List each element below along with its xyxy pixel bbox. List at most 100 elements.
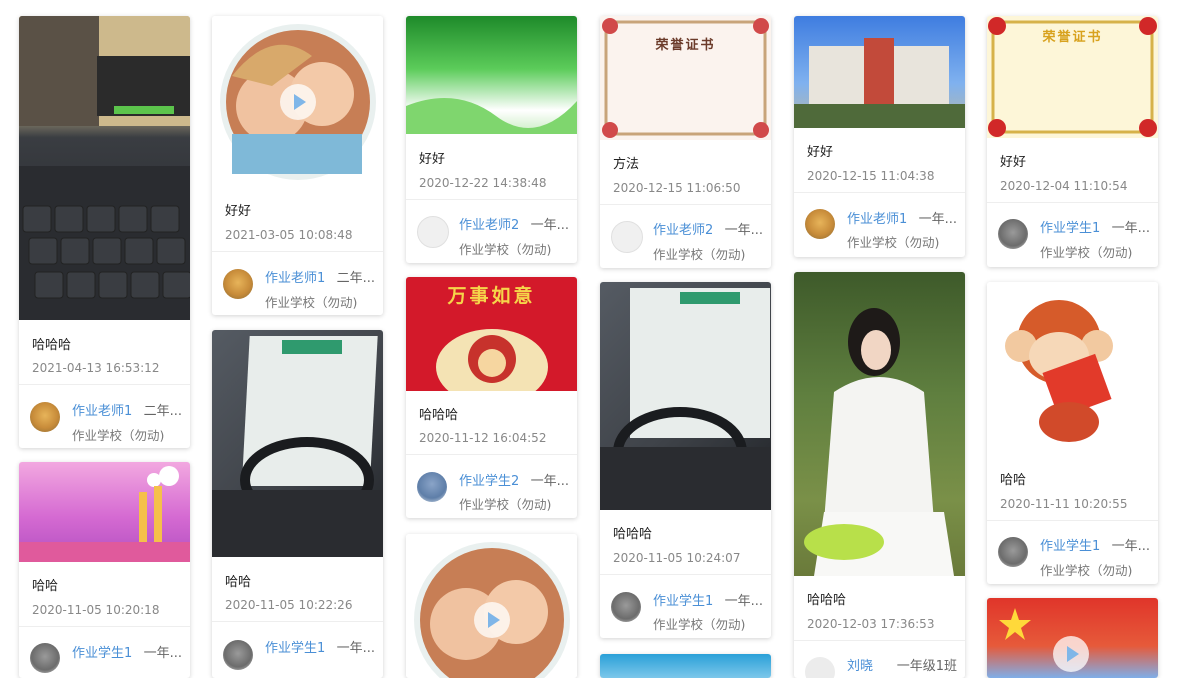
author-grade: 一年... — [530, 218, 569, 233]
post-card[interactable]: 好好 2021-03-05 10:08:48 作业老师1 二年... 作业学校（… — [212, 16, 383, 315]
post-title: 好好 — [225, 204, 252, 219]
post-title: 哈哈哈 — [32, 338, 72, 353]
divider — [212, 621, 383, 622]
author-school: 作业学校（勿动) — [459, 242, 552, 257]
divider — [406, 199, 577, 200]
post-image[interactable] — [600, 654, 771, 678]
author-school: 作业学校（勿动) — [72, 428, 165, 443]
author-school: 作业学校（勿动) — [653, 247, 746, 262]
author-avatar[interactable] — [998, 219, 1028, 249]
post-title: 哈哈哈 — [613, 527, 653, 542]
divider — [987, 202, 1158, 203]
post-time: 2020-12-04 11:10:54 — [1000, 179, 1128, 193]
author-avatar[interactable] — [417, 472, 447, 502]
laptop-photo — [600, 288, 771, 510]
author-name-link[interactable]: 作业学生1 — [265, 637, 325, 656]
post-time: 2020-12-22 14:38:48 — [419, 176, 547, 190]
author-school: 作业学校（勿动) — [1040, 563, 1133, 578]
author-school: 作业学校（勿动) — [847, 235, 940, 250]
post-time: 2020-12-15 11:06:50 — [613, 181, 741, 195]
post-card[interactable]: 荣誉证书 好好 2020-12-04 11:10:54 作业学生1 一年... … — [987, 16, 1158, 267]
author-grade: 一年... — [724, 223, 763, 238]
monkey-king-illustration — [436, 329, 548, 391]
divider — [794, 640, 965, 641]
author-avatar[interactable] — [805, 209, 835, 239]
post-card[interactable]: 好好 2020-12-22 14:38:48 作业老师2 一年... 作业学校（… — [406, 16, 577, 263]
post-card[interactable] — [600, 654, 771, 678]
author-grade: 二年... — [336, 271, 375, 286]
author-avatar[interactable] — [223, 640, 253, 670]
author-avatar[interactable] — [30, 402, 60, 432]
post-image[interactable]: 万事如意 — [406, 277, 577, 391]
post-image[interactable]: 荣誉证书 — [600, 16, 771, 140]
author-avatar[interactable] — [998, 537, 1028, 567]
author-school: 作业学校（勿动) — [1040, 245, 1133, 260]
post-card[interactable] — [987, 598, 1158, 678]
author-avatar[interactable] — [417, 216, 449, 248]
divider — [600, 204, 771, 205]
post-image[interactable] — [212, 16, 383, 192]
author-school: 作业学校（勿动) — [653, 617, 746, 632]
post-time: 2021-04-13 16:53:12 — [32, 361, 160, 375]
post-image[interactable] — [794, 272, 965, 576]
post-card[interactable]: 哈哈 2020-11-05 10:20:18 作业学生1 一年... — [19, 462, 190, 678]
author-name-link[interactable]: 作业学生1 — [1040, 217, 1100, 236]
post-image[interactable] — [794, 16, 965, 128]
post-title: 哈哈 — [225, 575, 252, 590]
post-image[interactable] — [19, 16, 190, 320]
divider — [212, 251, 383, 252]
author-name-link[interactable]: 作业老师1 — [847, 208, 907, 227]
post-card[interactable]: 好好 2020-12-15 11:04:38 作业老师1 一年... 作业学校（… — [794, 16, 965, 257]
post-card[interactable]: 哈哈 2020-11-05 10:22:26 作业学生1 一年... — [212, 330, 383, 678]
play-icon[interactable] — [280, 84, 316, 120]
keyboard-photo — [19, 16, 190, 320]
author-grade: 一年... — [724, 594, 763, 609]
post-card[interactable]: 荣誉证书 方法 2020-12-15 11:06:50 作业老师2 一年... … — [600, 16, 771, 268]
play-icon[interactable] — [474, 602, 510, 638]
green-abstract-image — [406, 98, 577, 134]
author-name-link[interactable]: 作业老师2 — [653, 219, 713, 238]
post-time: 2020-11-11 10:20:55 — [1000, 497, 1128, 511]
author-name-link[interactable]: 作业学生2 — [459, 470, 519, 489]
post-time: 2020-11-12 16:04:52 — [419, 431, 547, 445]
post-card[interactable]: 哈哈哈 2020-12-03 17:36:53 刘晓 一年级1班 — [794, 272, 965, 678]
post-image[interactable] — [406, 16, 577, 134]
author-name-link[interactable]: 刘晓 — [847, 655, 873, 674]
author-name-link[interactable]: 作业学生1 — [72, 642, 132, 661]
author-grade: 一年... — [530, 474, 569, 489]
post-card[interactable] — [406, 534, 577, 678]
post-image[interactable] — [987, 282, 1158, 456]
post-image[interactable]: 荣誉证书 — [987, 16, 1158, 138]
giraffe-illustration — [19, 466, 190, 562]
post-title: 好好 — [807, 145, 834, 160]
post-card[interactable]: 万事如意 哈哈哈 2020-11-12 16:04:52 作业学生2 一年...… — [406, 277, 577, 518]
post-card[interactable]: 哈哈 2020-11-11 10:20:55 作业学生1 一年... 作业学校（… — [987, 282, 1158, 584]
post-title: 哈哈 — [1000, 473, 1027, 488]
play-icon[interactable] — [1053, 636, 1089, 672]
post-card[interactable]: 哈哈哈 2021-04-13 16:53:12 作业老师1 二年... 作业学校… — [19, 16, 190, 448]
post-title: 好好 — [419, 152, 446, 167]
post-time: 2021-03-05 10:08:48 — [225, 228, 353, 242]
post-image[interactable] — [987, 598, 1158, 678]
post-image[interactable] — [600, 282, 771, 510]
author-avatar[interactable] — [805, 657, 835, 678]
post-time: 2020-11-05 10:20:18 — [32, 603, 160, 617]
author-avatar[interactable] — [223, 269, 253, 299]
author-grade: 二年... — [143, 404, 182, 419]
author-name-link[interactable]: 作业学生1 — [653, 590, 713, 609]
divider — [406, 454, 577, 455]
image-caption: 荣誉证书 — [655, 38, 716, 53]
author-name-link[interactable]: 作业学生1 — [1040, 535, 1100, 554]
post-image[interactable] — [406, 534, 577, 678]
author-avatar[interactable] — [30, 643, 60, 673]
post-card[interactable]: 哈哈哈 2020-11-05 10:24:07 作业学生1 一年... 作业学校… — [600, 282, 771, 638]
laptop-photo — [212, 336, 383, 557]
author-grade: 一年... — [143, 646, 182, 661]
post-image[interactable] — [212, 330, 383, 557]
author-avatar[interactable] — [611, 592, 641, 622]
author-name-link[interactable]: 作业老师1 — [72, 400, 132, 419]
author-name-link[interactable]: 作业老师1 — [265, 267, 325, 286]
post-image[interactable] — [19, 462, 190, 562]
author-avatar[interactable] — [611, 221, 643, 253]
author-name-link[interactable]: 作业老师2 — [459, 214, 519, 233]
